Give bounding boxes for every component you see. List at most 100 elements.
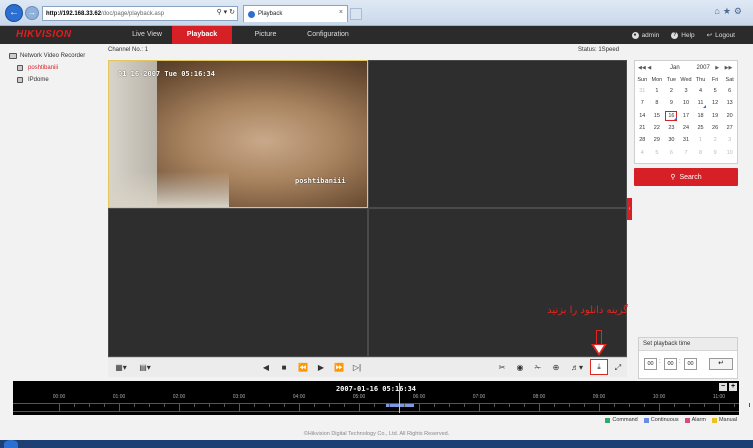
volume-icon[interactable]: ♬▾ [568, 361, 586, 375]
calendar-day-number: 17 [682, 112, 690, 119]
timeline-zoom-in-icon[interactable]: + [729, 383, 737, 391]
calendar-day[interactable]: 5 [650, 146, 665, 158]
window-layout-icon[interactable]: ▦▾ [112, 361, 130, 375]
calendar-day[interactable]: 11 [693, 97, 708, 109]
tree-channel-ipdome[interactable]: IPdome [8, 74, 106, 86]
calendar-day-number: 9 [669, 100, 673, 107]
calendar-day[interactable]: 13 [722, 97, 737, 109]
calendar-day[interactable]: 21 [635, 122, 650, 134]
calendar-day[interactable]: 29 [650, 134, 665, 146]
calendar-day[interactable]: 28 [635, 134, 650, 146]
forward-arrow-icon[interactable]: → [25, 6, 39, 20]
video-window-3[interactable] [108, 208, 368, 357]
zoom-icon[interactable]: ⊕ [550, 361, 562, 375]
help-link[interactable]: ? Help [671, 31, 695, 39]
next-month-icon[interactable]: ▶ [715, 65, 724, 71]
home-star-gear-icons[interactable]: ⌂★⚙ [714, 6, 745, 17]
calendar-day[interactable]: 10 [722, 146, 737, 158]
browser-tab-playback[interactable]: Playback × [243, 5, 348, 22]
calendar-day[interactable]: 25 [693, 122, 708, 134]
calendar-day[interactable]: 9 [708, 146, 723, 158]
calendar-day[interactable]: 14 [635, 110, 650, 122]
calendar-day[interactable]: 1 [693, 134, 708, 146]
address-bar[interactable]: http://192.168.33.62/doc/page/playback.a… [42, 6, 238, 21]
clip-icon[interactable]: ✂ [496, 361, 508, 375]
next-year-icon[interactable]: ▶▶ [725, 65, 734, 71]
calendar-day[interactable]: 1 [650, 85, 665, 97]
capture-camera-icon[interactable]: ◉ [514, 361, 526, 375]
video-window-4[interactable] [368, 208, 627, 357]
calendar-day[interactable]: 23 [664, 122, 679, 134]
back-arrow-icon[interactable]: ← [5, 4, 23, 22]
calendar-year[interactable]: 2007 [691, 65, 715, 71]
user-menu[interactable]: ● admin [631, 31, 659, 39]
menu-configuration[interactable]: Configuration [296, 26, 360, 44]
calendar-day[interactable]: 8 [650, 97, 665, 109]
calendar-day[interactable]: 31 [635, 85, 650, 97]
close-tab-icon[interactable]: × [339, 9, 343, 16]
calendar-day[interactable]: 20 [722, 110, 737, 122]
fast-forward-icon[interactable]: ⏩ [332, 361, 346, 375]
calendar-day[interactable]: 7 [635, 97, 650, 109]
calendar-day[interactable]: 2 [664, 85, 679, 97]
calendar-day[interactable]: 16 [664, 110, 679, 122]
calendar-day[interactable]: 6 [722, 85, 737, 97]
search-button[interactable]: ⚲ Search [634, 168, 738, 186]
calendar-day[interactable]: 3 [722, 134, 737, 146]
calendar-day-number: 24 [682, 125, 690, 132]
calendar-day[interactable]: 17 [679, 110, 694, 122]
calendar-day[interactable]: 30 [664, 134, 679, 146]
start-button[interactable] [4, 440, 18, 448]
calendar-day[interactable]: 22 [650, 122, 665, 134]
new-tab-button[interactable] [350, 8, 362, 20]
calendar-day[interactable]: 31 [679, 134, 694, 146]
menu-playback[interactable]: Playback [172, 26, 232, 44]
reverse-play-icon[interactable]: ◀ [260, 361, 272, 375]
calendar-day-number: 5 [655, 149, 659, 156]
timeline[interactable]: 2007-01-16 05:16:34 − + 00:00 01:00 02:00 0… [13, 381, 750, 415]
fullscreen-icon[interactable]: ⤢ [612, 361, 624, 375]
slow-forward-icon[interactable]: ⏪ [296, 361, 310, 375]
calendar-day[interactable]: 12 [708, 97, 723, 109]
video-window-2[interactable] [368, 60, 627, 208]
calendar-day[interactable]: 5 [708, 85, 723, 97]
calendar-day[interactable]: 18 [693, 110, 708, 122]
second-field[interactable]: 00 [684, 358, 697, 370]
play-icon[interactable]: ▶ [314, 361, 328, 375]
calendar-day[interactable]: 2 [708, 134, 723, 146]
calendar-day[interactable]: 24 [679, 122, 694, 134]
timeline-zoom-out-icon[interactable]: − [719, 383, 727, 391]
menu-picture[interactable]: Picture [238, 26, 293, 44]
calendar-month[interactable]: Jan [663, 65, 687, 71]
calendar-day[interactable]: 4 [693, 85, 708, 97]
calendar-day[interactable]: 6 [664, 146, 679, 158]
tree-root-nvr[interactable]: Network Video Recorder [8, 50, 106, 62]
calendar-day[interactable]: 27 [722, 122, 737, 134]
calendar-day[interactable]: 3 [679, 85, 694, 97]
tree-channel-poshtibaniii[interactable]: poshtibaniii [8, 62, 106, 74]
calendar-day[interactable]: 7 [679, 146, 694, 158]
prev-year-icon[interactable]: ◀◀ [638, 65, 647, 71]
address-search-icon[interactable]: ⚲ ▾ ↻ [217, 8, 235, 16]
calendar-day[interactable]: 8 [693, 146, 708, 158]
collapse-panel-handle[interactable]: › [627, 198, 632, 220]
hour-field[interactable]: 00 [644, 358, 657, 370]
menu-live-view[interactable]: Live View [117, 26, 177, 44]
calendar-day[interactable]: 10 [679, 97, 694, 109]
minute-field[interactable]: 00 [664, 358, 677, 370]
timeline-cursor[interactable] [399, 383, 400, 413]
download-button[interactable]: ⤓ [590, 359, 608, 375]
fullscreen-split-icon[interactable]: ▤▾ [136, 361, 154, 375]
frame-step-icon[interactable]: ▷| [350, 361, 364, 375]
go-to-time-button[interactable]: ↵ [709, 358, 733, 370]
calendar-day[interactable]: 9 [664, 97, 679, 109]
video-window-1[interactable]: 01-16-2007 Tue 05:16:34 poshtibaniii [108, 60, 368, 208]
calendar-day[interactable]: 19 [708, 110, 723, 122]
calendar-day[interactable]: 15 [650, 110, 665, 122]
cut-scissors-icon[interactable]: ✁ [532, 361, 544, 375]
logout-link[interactable]: ↩ Logout [707, 31, 735, 40]
stop-icon[interactable]: ■ [278, 361, 290, 375]
calendar-day[interactable]: 4 [635, 146, 650, 158]
prev-month-icon[interactable]: ◀ [647, 65, 656, 71]
calendar-day[interactable]: 26 [708, 122, 723, 134]
